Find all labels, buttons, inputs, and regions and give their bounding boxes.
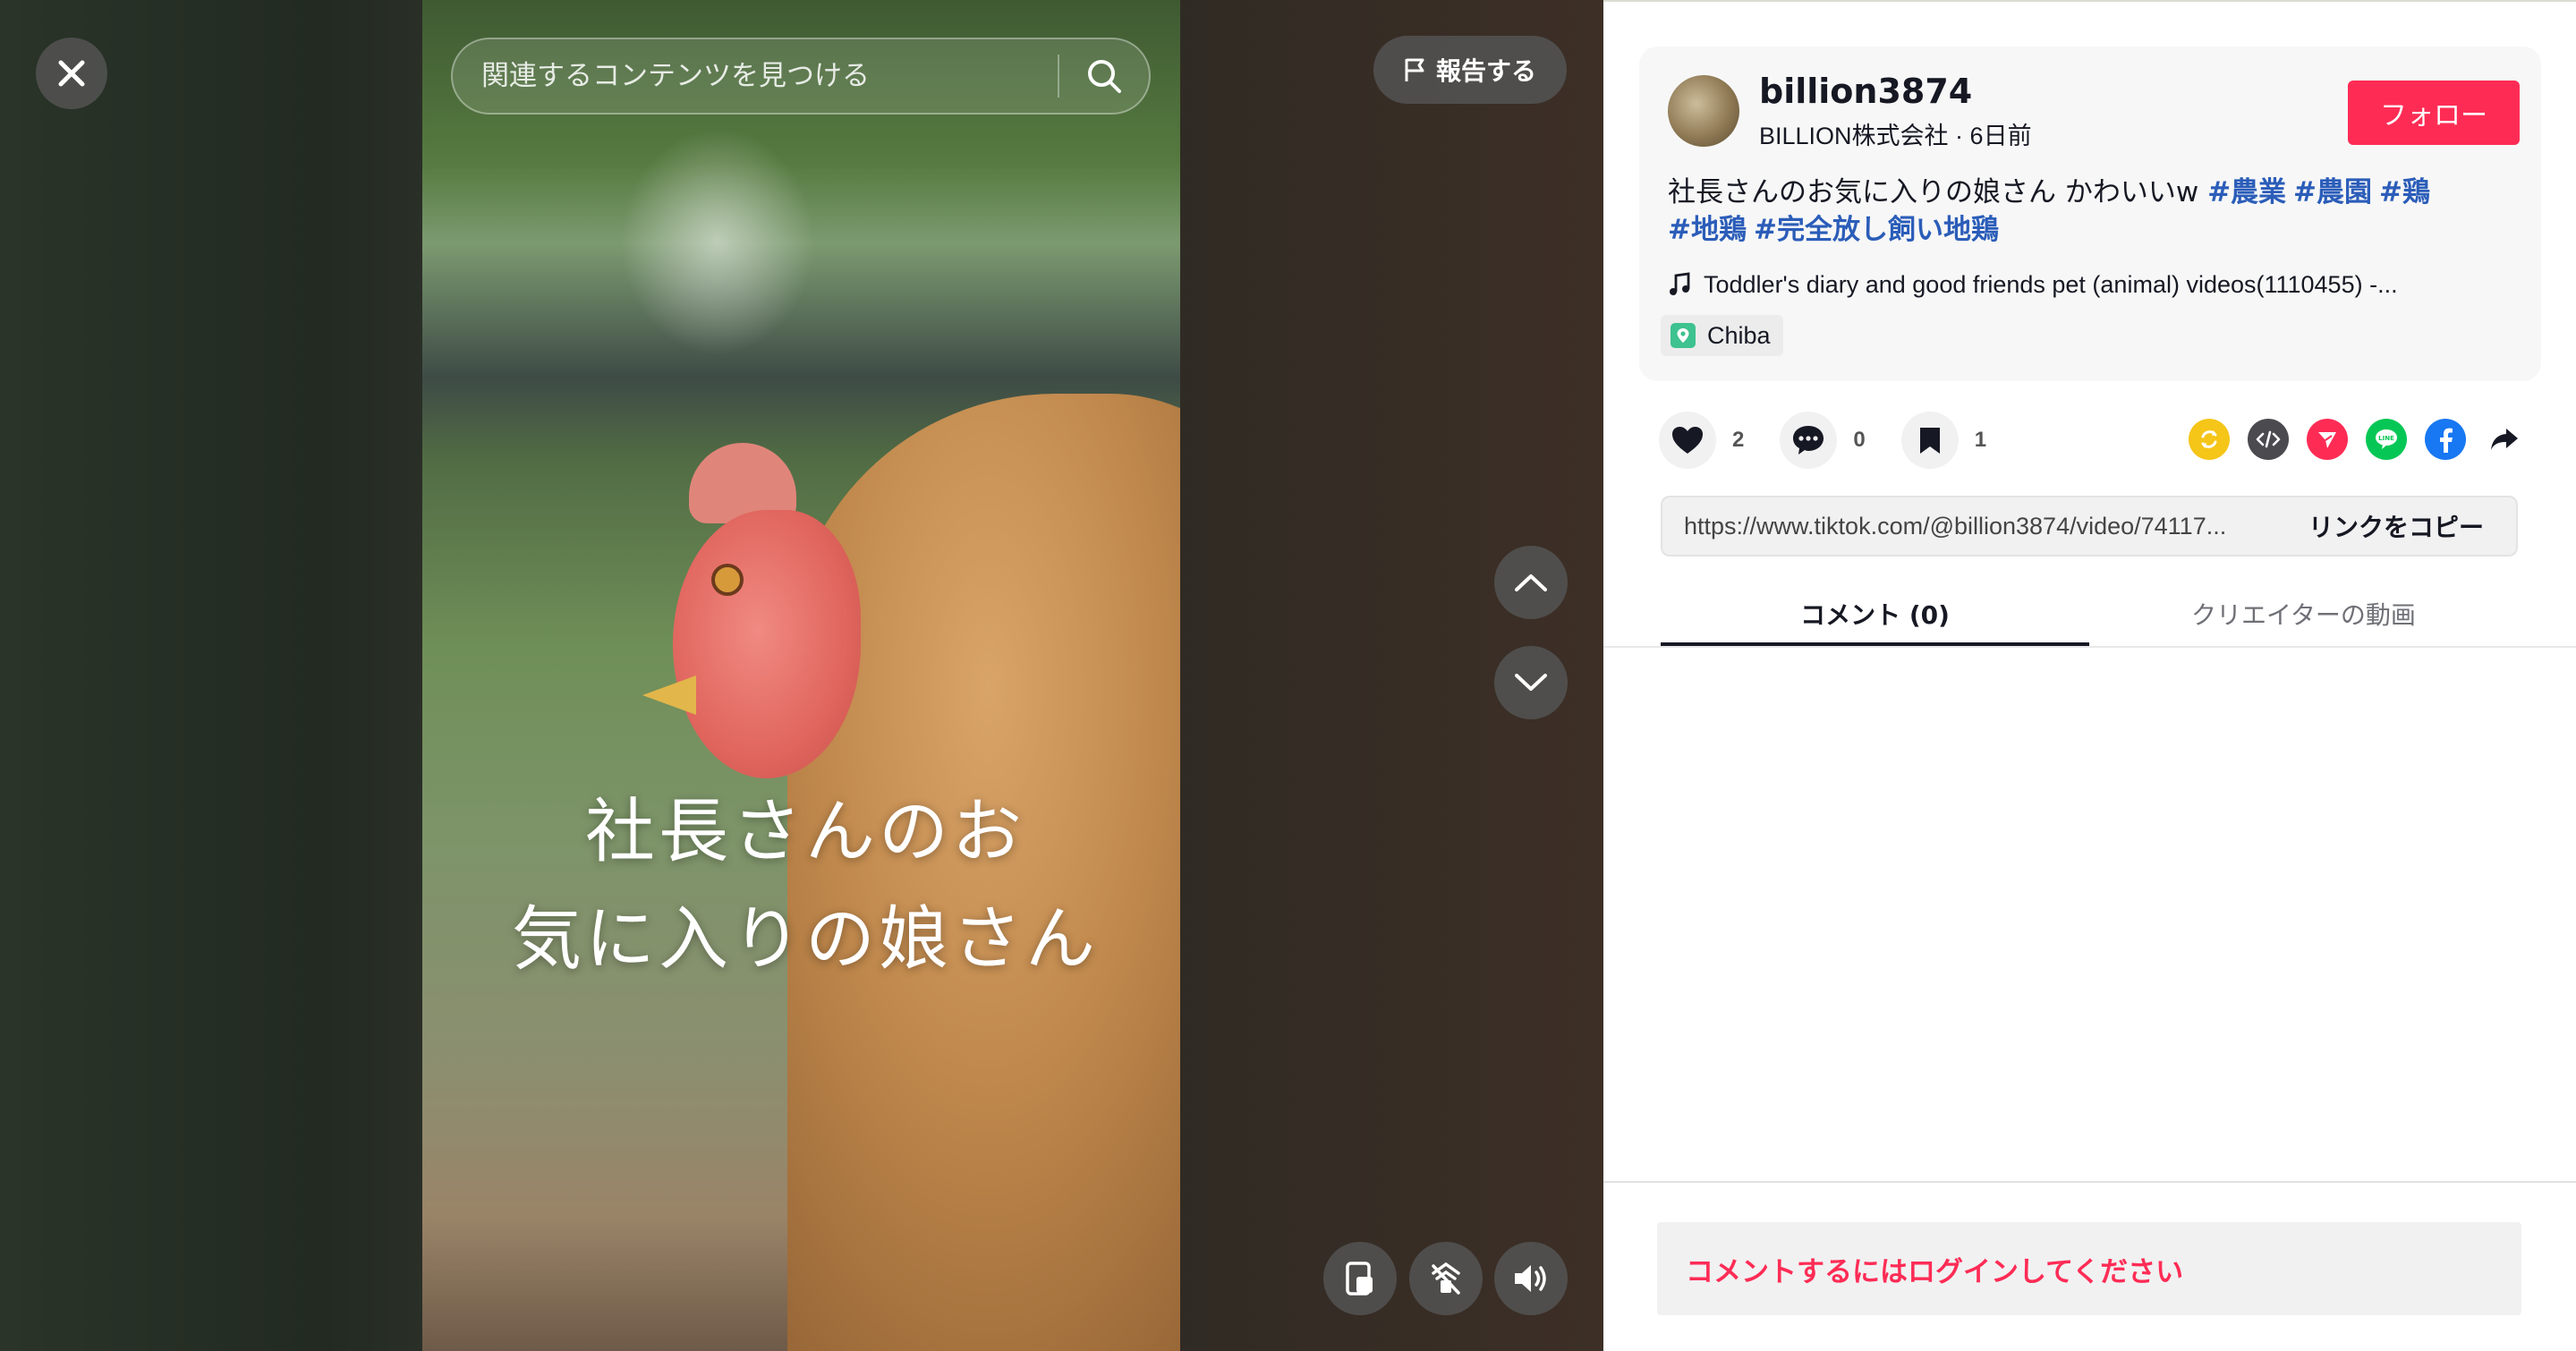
share-link-url[interactable]: https://www.tiktok.com/@billion3874/vide… xyxy=(1662,513,2287,540)
volume-icon xyxy=(1515,1265,1546,1292)
post-description: 社長さんのお気に入りの娘さん かわいいw #農業 #農園 #鶏 #地鶏 #完全放し飼い地… xyxy=(1668,174,2473,249)
video-pane[interactable]: 社長さんのお 気に入りの娘さん 報告する xyxy=(0,0,1603,1351)
tabs-divider xyxy=(1603,646,2576,648)
location-pin-icon xyxy=(1671,323,1696,348)
author-separator: · xyxy=(1948,123,1970,149)
video-caption-line1: 社長さんのお xyxy=(584,792,1025,872)
search-button[interactable] xyxy=(1059,38,1149,115)
heart-icon xyxy=(1672,427,1703,454)
location-label: Chiba xyxy=(1707,321,1771,349)
login-to-comment-prompt[interactable]: コメントするにはログインしてください xyxy=(1657,1222,2521,1315)
send-icon xyxy=(2318,432,2336,448)
close-icon xyxy=(58,60,85,87)
hashtag-link[interactable]: #完全放し飼い地鶏 xyxy=(1754,214,1999,246)
location-chip[interactable]: Chiba xyxy=(1661,315,1783,356)
hashtag-link[interactable]: #農園 xyxy=(2293,176,2372,208)
hashtag-link[interactable]: #地鶏 xyxy=(1668,214,1747,246)
engagement-actions: 2 0 1 xyxy=(1659,412,1986,469)
follow-button[interactable]: フォロー xyxy=(2348,81,2520,145)
close-button[interactable] xyxy=(36,38,107,109)
more-share-button[interactable] xyxy=(2484,419,2525,460)
floating-player-button[interactable] xyxy=(1323,1242,1397,1315)
comment-bubble-icon xyxy=(1793,426,1824,455)
save-count: 1 xyxy=(1974,428,1987,452)
music-note-icon xyxy=(1670,272,1690,295)
tab-creator-videos[interactable]: クリエイターの動画 xyxy=(2089,582,2518,646)
report-button[interactable]: 報告する xyxy=(1373,36,1567,104)
like-action[interactable]: 2 xyxy=(1659,412,1744,469)
author-username[interactable]: billion3874 xyxy=(1759,72,1972,111)
music-link[interactable]: Toddler's diary and good friends pet (an… xyxy=(1668,267,2509,302)
tiktok-video-modal: 社長さんのお 気に入りの娘さん 報告する xyxy=(0,0,2576,1351)
line-icon: LINE xyxy=(2376,429,2397,449)
hen-face-image xyxy=(673,510,861,778)
bookmark-icon xyxy=(1919,428,1940,454)
details-panel: billion3874 BILLION株式会社 · 6日前 フォロー 社長さんの… xyxy=(1603,0,2576,1351)
send-button[interactable] xyxy=(2307,419,2348,460)
search-icon xyxy=(1088,60,1121,93)
chevron-up-icon xyxy=(1515,574,1547,591)
svg-text:LINE: LINE xyxy=(2378,435,2394,442)
report-button-label: 報告する xyxy=(1435,56,1536,86)
video-caption-overlay: 社長さんのお 気に入りの娘さん xyxy=(483,778,1127,993)
hashtag-link[interactable]: #農業 xyxy=(2207,176,2286,208)
chevron-down-icon xyxy=(1515,674,1547,691)
avatar[interactable] xyxy=(1668,75,1739,147)
tab-comments[interactable]: コメント (0) xyxy=(1661,582,2089,646)
comment-count: 0 xyxy=(1853,428,1866,452)
line-share-button[interactable]: LINE xyxy=(2366,419,2407,460)
post-info-card: billion3874 BILLION株式会社 · 6日前 フォロー 社長さんの… xyxy=(1639,47,2541,381)
comment-button[interactable] xyxy=(1780,412,1838,469)
share-arrow-icon xyxy=(2491,429,2518,450)
facebook-icon xyxy=(2440,428,2453,453)
save-button[interactable] xyxy=(1900,412,1959,469)
embed-button[interactable] xyxy=(2248,419,2289,460)
hen-eye-image xyxy=(711,564,744,596)
comment-action[interactable]: 0 xyxy=(1780,412,1866,469)
comment-area-divider xyxy=(1603,1181,2576,1183)
share-row: LINE xyxy=(2189,419,2525,460)
author-display-name: BILLION株式会社 xyxy=(1759,123,1949,149)
floating-player-icon xyxy=(1346,1262,1373,1296)
music-title: Toddler's diary and good friends pet (an… xyxy=(1704,270,2398,298)
like-button[interactable] xyxy=(1659,412,1716,469)
panel-tabs: コメント (0) クリエイターの動画 xyxy=(1661,582,2518,646)
share-link-box: https://www.tiktok.com/@billion3874/vide… xyxy=(1661,496,2518,557)
volume-button[interactable] xyxy=(1494,1242,1568,1315)
auto-scroll-icon xyxy=(1432,1262,1460,1295)
flag-icon xyxy=(1405,58,1424,81)
video-caption-line2: 気に入りの娘さん xyxy=(511,899,1099,980)
facebook-share-button[interactable] xyxy=(2425,419,2466,460)
previous-video-button[interactable] xyxy=(1494,546,1568,619)
embed-icon xyxy=(2256,430,2281,448)
save-action[interactable]: 1 xyxy=(1900,412,1987,469)
next-video-button[interactable] xyxy=(1494,646,1568,719)
post-text: 社長さんのお気に入りの娘さん かわいいw xyxy=(1668,176,2208,208)
copy-link-button[interactable]: リンクをコピー xyxy=(2287,508,2516,544)
repost-button[interactable] xyxy=(2189,419,2230,460)
like-count: 2 xyxy=(1732,428,1745,452)
search-bar[interactable] xyxy=(451,38,1151,115)
search-input[interactable] xyxy=(453,59,1058,93)
author-subline: BILLION株式会社 · 6日前 xyxy=(1759,116,2032,151)
auto-scroll-button[interactable] xyxy=(1409,1242,1483,1315)
hen-beak-image xyxy=(642,676,696,715)
hashtag-link[interactable]: #鶏 xyxy=(2379,176,2430,208)
repost-icon xyxy=(2201,430,2217,448)
post-time: 6日前 xyxy=(1969,123,2032,149)
